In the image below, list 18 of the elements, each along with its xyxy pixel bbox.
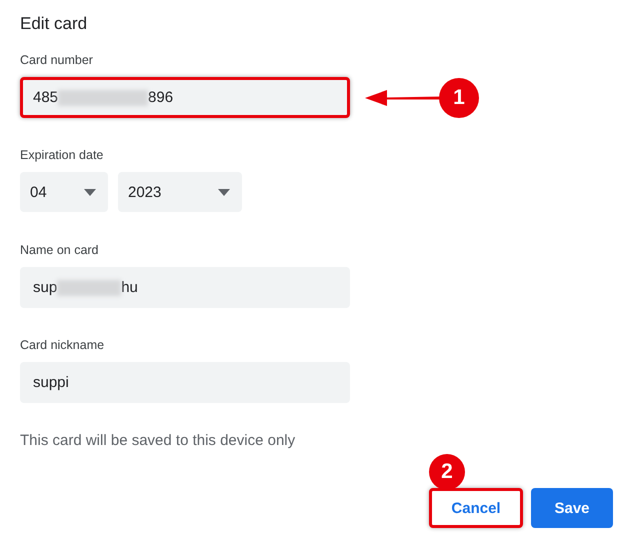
input-field[interactable]: sup hu [20, 267, 350, 308]
save-note: This card will be saved to this device only [20, 432, 296, 450]
caret-icon [84, 188, 96, 196]
field-label: Expiration date [20, 147, 104, 163]
input-field[interactable]: 485 896 [20, 77, 350, 118]
redaction-blur [57, 280, 122, 296]
step-badge: 2 [429, 454, 465, 490]
caret-icon [218, 188, 230, 196]
month-select[interactable]: 04 [20, 172, 108, 212]
field-label: Card nickname [20, 337, 104, 353]
year-select[interactable]: 2023 [118, 172, 242, 212]
step-badge: 1 [439, 78, 479, 118]
input-field[interactable]: suppi [20, 362, 350, 403]
cancel-button[interactable]: Cancel [429, 488, 523, 528]
field-label: Name on card [20, 242, 99, 258]
field-label: Card number [20, 52, 93, 68]
save-button[interactable]: Save [531, 488, 613, 528]
dialog-title: Edit card [20, 13, 88, 35]
